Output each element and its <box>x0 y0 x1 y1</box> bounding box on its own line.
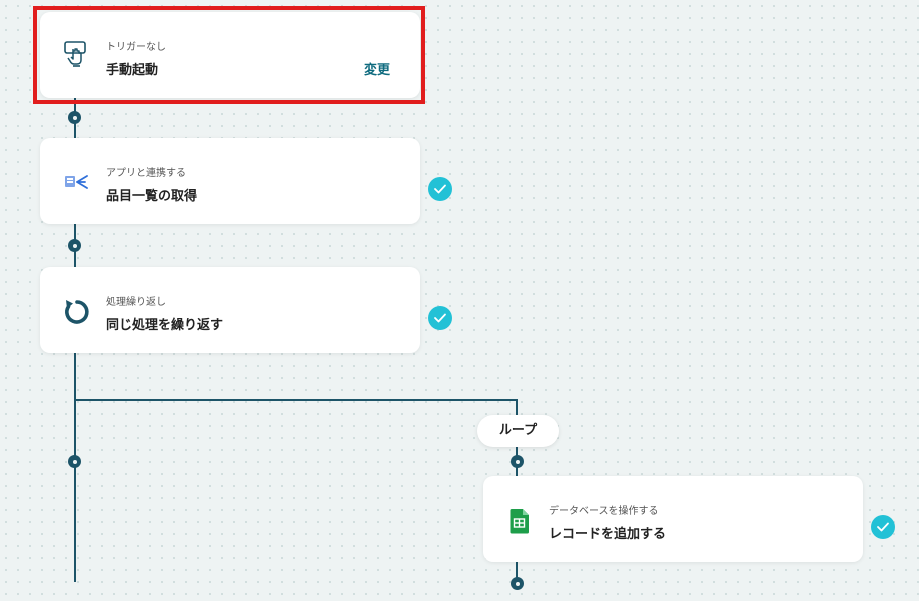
check-icon <box>428 306 452 330</box>
add-step-node[interactable] <box>68 111 81 124</box>
google-sheets-icon <box>505 506 535 536</box>
connector-line-branch <box>74 399 518 401</box>
loop-arrow-icon <box>62 297 92 327</box>
app-integration-icon <box>62 168 92 198</box>
add-step-node[interactable] <box>511 577 524 590</box>
add-step-node[interactable] <box>68 455 81 468</box>
step-title: 品目一覧の取得 <box>106 189 198 204</box>
step-type-label: アプリと連携する <box>106 168 186 179</box>
add-step-node[interactable] <box>511 455 524 468</box>
step-type-label: 処理繰り返し <box>106 297 166 308</box>
check-icon <box>428 177 452 201</box>
step-title: レコードを追加する <box>549 527 667 542</box>
step-type-label: データベースを操作する <box>549 506 659 517</box>
check-icon <box>871 515 895 539</box>
step-card-app[interactable]: アプリと連携する 品目一覧の取得 <box>40 138 420 224</box>
step-card-database[interactable]: データベースを操作する レコードを追加する <box>483 476 863 562</box>
selection-highlight <box>33 6 425 104</box>
loop-label-pill: ループ <box>477 415 559 447</box>
add-step-node[interactable] <box>68 239 81 252</box>
step-card-loop[interactable]: 処理繰り返し 同じ処理を繰り返す <box>40 267 420 353</box>
step-title: 同じ処理を繰り返す <box>106 318 224 333</box>
